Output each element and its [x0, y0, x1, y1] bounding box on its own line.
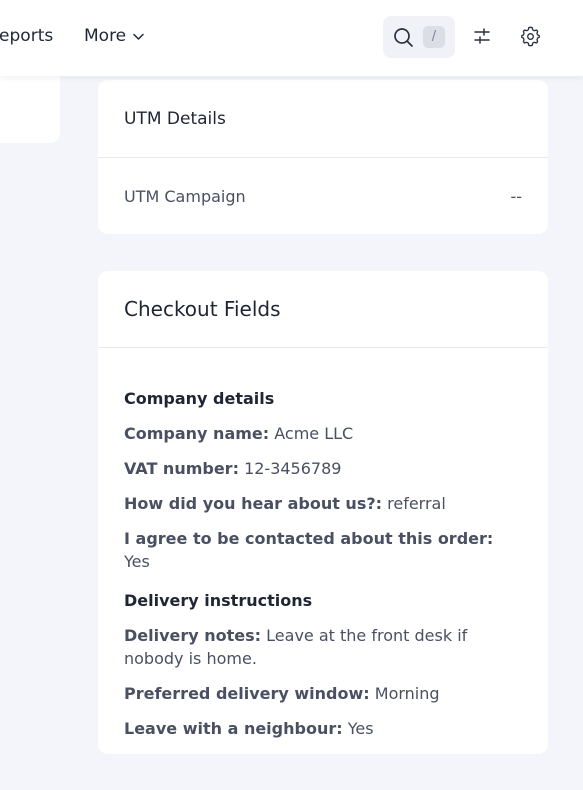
nav-more-label: More	[84, 26, 127, 46]
filters-icon[interactable]	[473, 26, 491, 46]
utm-campaign-value: --	[510, 186, 522, 206]
field-heard-about-us: How did you hear about us?: referral	[124, 492, 522, 515]
checkout-fields-card: Checkout Fields Company details Company …	[98, 271, 548, 754]
field-delivery-notes: Delivery notes: Leave at the front desk …	[124, 624, 522, 670]
field-group-title: Company details	[124, 389, 275, 408]
field-label: I agree to be contacted about this order…	[124, 529, 494, 548]
top-navigation-bar: Reports More /	[0, 0, 583, 76]
checkout-fields-header: Checkout Fields	[98, 271, 548, 348]
nav-item-reports[interactable]: Reports	[0, 25, 53, 47]
field-group-title: Delivery instructions	[124, 591, 313, 610]
field-value: Yes	[124, 552, 150, 571]
checkout-fields-body: Company details Company name: Acme LLC V…	[98, 348, 548, 740]
field-leave-with-neighbour: Leave with a neighbour: Yes	[124, 717, 522, 740]
utm-details-header: UTM Details	[98, 80, 548, 158]
field-group-delivery-instructions: Delivery instructions Delivery notes: Le…	[124, 590, 522, 740]
field-delivery-window: Preferred delivery window: Morning	[124, 682, 522, 705]
field-group-company-details: Company details Company name: Acme LLC V…	[124, 388, 522, 573]
field-value: Acme LLC	[274, 424, 354, 443]
field-label: VAT number:	[124, 459, 239, 478]
field-label: Company name:	[124, 424, 270, 443]
search-shortcut-key: /	[423, 26, 445, 48]
field-label: Leave with a neighbour:	[124, 719, 343, 738]
field-value: 12-3456789	[244, 459, 342, 478]
field-value: Morning	[374, 684, 440, 703]
nav-item-more[interactable]: More	[84, 25, 145, 47]
utm-details-title: UTM Details	[124, 108, 226, 129]
gear-icon[interactable]	[520, 26, 541, 47]
search-icon	[394, 28, 413, 47]
utm-campaign-row: UTM Campaign --	[98, 158, 548, 234]
field-company-name: Company name: Acme LLC	[124, 422, 522, 445]
field-label: Preferred delivery window:	[124, 684, 370, 703]
field-value: Yes	[347, 719, 374, 738]
field-value: referral	[387, 494, 446, 513]
field-contact-consent: I agree to be contacted about this order…	[124, 527, 522, 573]
field-label: Delivery notes:	[124, 626, 262, 645]
utm-campaign-label: UTM Campaign	[124, 186, 246, 206]
checkout-fields-title: Checkout Fields	[124, 297, 281, 321]
field-label: How did you hear about us?:	[124, 494, 383, 513]
search-button[interactable]: /	[383, 16, 455, 58]
chevron-down-icon	[133, 33, 144, 40]
field-vat-number: VAT number: 12-3456789	[124, 457, 522, 480]
utm-details-card: UTM Details UTM Campaign --	[98, 80, 548, 234]
